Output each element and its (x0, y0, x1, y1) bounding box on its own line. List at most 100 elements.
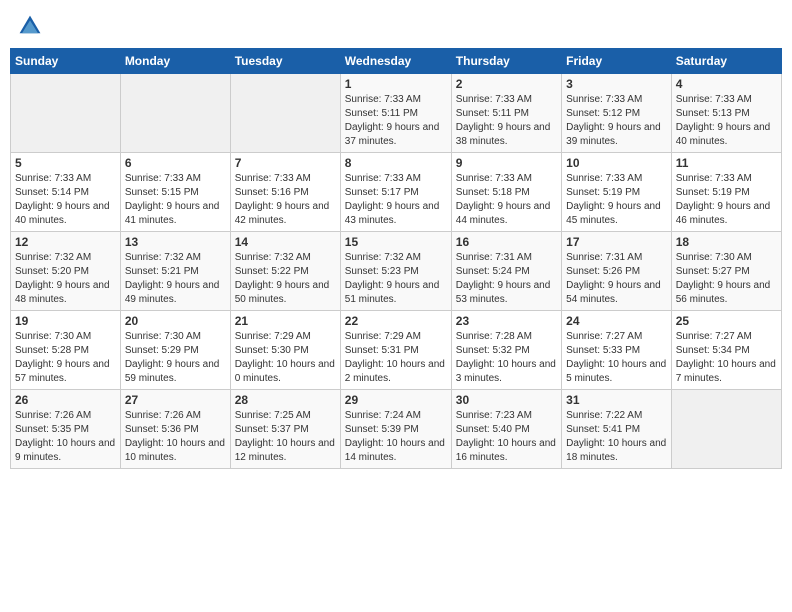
day-detail: Sunrise: 7:28 AM Sunset: 5:32 PM Dayligh… (456, 330, 557, 386)
day-number: 26 (15, 393, 116, 407)
calendar-day-cell: 10Sunrise: 7:33 AM Sunset: 5:19 PM Dayli… (562, 153, 672, 232)
calendar-week-row: 26 Sunrise: 7:26 AM Sunset: 5:35 PM Dayli… (11, 390, 782, 469)
calendar-day-cell (230, 74, 340, 153)
calendar-day-cell: 29 Sunrise: 7:24 AM Sunset: 5:39 PM Dayli… (340, 390, 451, 469)
weekday-header-cell: Tuesday (230, 49, 340, 74)
day-detail: Sunrise: 7:33 AM Sunset: 5:12 PM Dayligh… (566, 93, 667, 149)
day-number: 25 (676, 314, 777, 328)
day-number: 1 (345, 77, 447, 91)
weekday-header-cell: Thursday (451, 49, 561, 74)
day-detail: Sunrise: 7:32 AM Sunset: 5:23 PM Dayligh… (345, 251, 447, 307)
day-detail: Sunrise: 7:33 AM Sunset: 5:11 PM Dayligh… (345, 93, 447, 149)
day-detail: Sunrise: 7:33 AM Sunset: 5:18 PM Dayligh… (456, 172, 557, 228)
weekday-header-cell: Sunday (11, 49, 121, 74)
day-detail: Sunrise: 7:33 AM Sunset: 5:17 PM Dayligh… (345, 172, 447, 228)
day-number: 18 (676, 235, 777, 249)
day-number: 24 (566, 314, 667, 328)
calendar-day-cell: 16 Sunrise: 7:31 AM Sunset: 5:24 PM Dayli… (451, 232, 561, 311)
day-detail: Sunrise: 7:25 AM Sunset: 5:37 PM Dayligh… (235, 409, 336, 465)
calendar-day-cell: 8 Sunrise: 7:33 AM Sunset: 5:17 PM Daylig… (340, 153, 451, 232)
calendar-day-cell: 13Sunrise: 7:32 AM Sunset: 5:21 PM Dayli… (120, 232, 230, 311)
day-number: 4 (676, 77, 777, 91)
day-number: 8 (345, 156, 447, 170)
day-detail: Sunrise: 7:32 AM Sunset: 5:20 PM Dayligh… (15, 251, 116, 307)
day-number: 6 (125, 156, 226, 170)
calendar-day-cell: 6 Sunrise: 7:33 AM Sunset: 5:15 PM Daylig… (120, 153, 230, 232)
day-number: 19 (15, 314, 116, 328)
page-header (10, 10, 782, 42)
day-number: 23 (456, 314, 557, 328)
day-number: 20 (125, 314, 226, 328)
day-number: 2 (456, 77, 557, 91)
calendar-day-cell: 23 Sunrise: 7:28 AM Sunset: 5:32 PM Dayli… (451, 311, 561, 390)
calendar-day-cell: 11 Sunrise: 7:33 AM Sunset: 5:19 PM Dayli… (671, 153, 781, 232)
day-detail: Sunrise: 7:24 AM Sunset: 5:39 PM Dayligh… (345, 409, 447, 465)
calendar-day-cell: 28Sunrise: 7:25 AM Sunset: 5:37 PM Dayli… (230, 390, 340, 469)
calendar-day-cell: 17 Sunrise: 7:31 AM Sunset: 5:26 PM Dayli… (562, 232, 672, 311)
calendar-day-cell: 15 Sunrise: 7:32 AM Sunset: 5:23 PM Dayli… (340, 232, 451, 311)
calendar-day-cell: 22 Sunrise: 7:29 AM Sunset: 5:31 PM Dayli… (340, 311, 451, 390)
day-number: 14 (235, 235, 336, 249)
calendar-day-cell: 18 Sunrise: 7:30 AM Sunset: 5:27 PM Dayli… (671, 232, 781, 311)
day-number: 30 (456, 393, 557, 407)
calendar-day-cell: 30Sunrise: 7:23 AM Sunset: 5:40 PM Dayli… (451, 390, 561, 469)
day-detail: Sunrise: 7:32 AM Sunset: 5:22 PM Dayligh… (235, 251, 336, 307)
calendar-day-cell (11, 74, 121, 153)
calendar-day-cell: 21 Sunrise: 7:29 AM Sunset: 5:30 PM Dayli… (230, 311, 340, 390)
weekday-header-cell: Friday (562, 49, 672, 74)
day-detail: Sunrise: 7:22 AM Sunset: 5:41 PM Dayligh… (566, 409, 667, 465)
day-detail: Sunrise: 7:26 AM Sunset: 5:35 PM Dayligh… (15, 409, 116, 465)
day-detail: Sunrise: 7:31 AM Sunset: 5:24 PM Dayligh… (456, 251, 557, 307)
calendar-day-cell: 26 Sunrise: 7:26 AM Sunset: 5:35 PM Dayli… (11, 390, 121, 469)
day-number: 29 (345, 393, 447, 407)
day-detail: Sunrise: 7:33 AM Sunset: 5:15 PM Dayligh… (125, 172, 226, 228)
day-number: 16 (456, 235, 557, 249)
day-number: 21 (235, 314, 336, 328)
calendar-body: 1 Sunrise: 7:33 AM Sunset: 5:11 PM Daylig… (11, 74, 782, 469)
day-number: 11 (676, 156, 777, 170)
day-detail: Sunrise: 7:33 AM Sunset: 5:19 PM Dayligh… (676, 172, 777, 228)
day-number: 17 (566, 235, 667, 249)
day-detail: Sunrise: 7:30 AM Sunset: 5:27 PM Dayligh… (676, 251, 777, 307)
calendar-week-row: 19 Sunrise: 7:30 AM Sunset: 5:28 PM Dayli… (11, 311, 782, 390)
calendar-day-cell: 25 Sunrise: 7:27 AM Sunset: 5:34 PM Dayli… (671, 311, 781, 390)
day-detail: Sunrise: 7:29 AM Sunset: 5:30 PM Dayligh… (235, 330, 336, 386)
day-detail: Sunrise: 7:33 AM Sunset: 5:13 PM Dayligh… (676, 93, 777, 149)
day-detail: Sunrise: 7:33 AM Sunset: 5:19 PM Dayligh… (566, 172, 667, 228)
calendar-day-cell: 3 Sunrise: 7:33 AM Sunset: 5:12 PM Daylig… (562, 74, 672, 153)
day-number: 3 (566, 77, 667, 91)
calendar-table: SundayMondayTuesdayWednesdayThursdayFrid… (10, 48, 782, 469)
calendar-day-cell (671, 390, 781, 469)
calendar-day-cell: 5Sunrise: 7:33 AM Sunset: 5:14 PM Daylig… (11, 153, 121, 232)
day-detail: Sunrise: 7:33 AM Sunset: 5:16 PM Dayligh… (235, 172, 336, 228)
calendar-day-cell: 14 Sunrise: 7:32 AM Sunset: 5:22 PM Dayli… (230, 232, 340, 311)
day-number: 22 (345, 314, 447, 328)
calendar-day-cell (120, 74, 230, 153)
weekday-header-cell: Saturday (671, 49, 781, 74)
day-number: 15 (345, 235, 447, 249)
day-number: 7 (235, 156, 336, 170)
calendar-day-cell: 1 Sunrise: 7:33 AM Sunset: 5:11 PM Daylig… (340, 74, 451, 153)
day-detail: Sunrise: 7:30 AM Sunset: 5:28 PM Dayligh… (15, 330, 116, 386)
weekday-header-cell: Monday (120, 49, 230, 74)
day-number: 12 (15, 235, 116, 249)
calendar-week-row: 1 Sunrise: 7:33 AM Sunset: 5:11 PM Daylig… (11, 74, 782, 153)
day-detail: Sunrise: 7:27 AM Sunset: 5:34 PM Dayligh… (676, 330, 777, 386)
day-detail: Sunrise: 7:33 AM Sunset: 5:11 PM Dayligh… (456, 93, 557, 149)
calendar-day-cell: 7 Sunrise: 7:33 AM Sunset: 5:16 PM Daylig… (230, 153, 340, 232)
calendar-week-row: 5Sunrise: 7:33 AM Sunset: 5:14 PM Daylig… (11, 153, 782, 232)
day-number: 27 (125, 393, 226, 407)
logo (18, 14, 46, 38)
day-number: 5 (15, 156, 116, 170)
day-detail: Sunrise: 7:31 AM Sunset: 5:26 PM Dayligh… (566, 251, 667, 307)
calendar-day-cell: 4 Sunrise: 7:33 AM Sunset: 5:13 PM Daylig… (671, 74, 781, 153)
logo-icon (18, 14, 42, 38)
weekday-header-row: SundayMondayTuesdayWednesdayThursdayFrid… (11, 49, 782, 74)
day-detail: Sunrise: 7:29 AM Sunset: 5:31 PM Dayligh… (345, 330, 447, 386)
calendar-day-cell: 24 Sunrise: 7:27 AM Sunset: 5:33 PM Dayli… (562, 311, 672, 390)
day-detail: Sunrise: 7:32 AM Sunset: 5:21 PM Dayligh… (125, 251, 226, 307)
calendar-day-cell: 9 Sunrise: 7:33 AM Sunset: 5:18 PM Daylig… (451, 153, 561, 232)
day-detail: Sunrise: 7:27 AM Sunset: 5:33 PM Dayligh… (566, 330, 667, 386)
day-detail: Sunrise: 7:30 AM Sunset: 5:29 PM Dayligh… (125, 330, 226, 386)
day-number: 9 (456, 156, 557, 170)
